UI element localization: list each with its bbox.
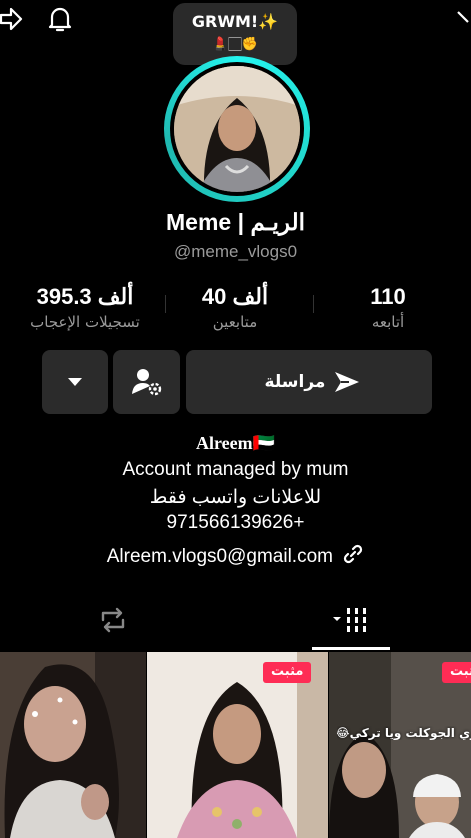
bio-line-3: 971566139626+: [166, 512, 305, 533]
bio-email: Alreem.vlogs0@gmail.com: [106, 546, 333, 567]
active-tab-indicator: [312, 647, 390, 650]
tab-reposts[interactable]: [93, 600, 133, 640]
avatar-story-ring[interactable]: [164, 56, 310, 202]
stat-following[interactable]: 110 أتابعه: [340, 284, 436, 331]
stat-divider: [165, 295, 166, 313]
video-caption: ري الجوكلت ويا تركي😂😭: [337, 726, 471, 740]
person-settings-icon: [131, 369, 161, 396]
chevron-down-icon: [68, 378, 82, 386]
stat-followers[interactable]: 40 ألف متابعين: [175, 284, 295, 331]
send-icon: [335, 372, 360, 392]
tab-videos[interactable]: [332, 600, 376, 640]
username: @meme_vlogs0: [173, 242, 298, 261]
stat-following-label: أتابعه: [371, 313, 405, 331]
grid-tab-icon: [333, 608, 366, 632]
bell-icon[interactable]: [43, 2, 77, 36]
stat-likes: 395.3 ألف تسجيلات الإعجاب: [10, 284, 160, 331]
stat-likes-value: 395.3 ألف: [36, 284, 134, 309]
video-thumbnail-pinned[interactable]: مثبت: [147, 652, 328, 838]
link-icon: [344, 544, 363, 564]
pinned-badge: مثبت: [263, 662, 312, 683]
more-icon[interactable]: [456, 8, 471, 32]
message-button-label: مراسلة: [264, 372, 326, 392]
stat-divider: [313, 295, 314, 313]
bio-line-2: للاعلانات واتسب فقط: [149, 487, 322, 508]
bio-email-link[interactable]: Alreem.vlogs0@gmail.com: [0, 543, 471, 568]
repost-tab-icon: [101, 607, 125, 633]
stat-likes-label: تسجيلات الإعجاب: [30, 313, 140, 331]
share-icon[interactable]: [0, 2, 28, 36]
display-name: Meme | الريـم: [166, 209, 305, 235]
more-options-button[interactable]: [42, 350, 108, 414]
status-bubble-title: GRWM!✨: [191, 12, 279, 31]
stat-followers-value: 40 ألف: [201, 284, 269, 309]
message-button[interactable]: مراسلة: [186, 350, 432, 414]
avatar: [174, 66, 300, 192]
stat-following-value: 110: [370, 284, 406, 309]
stat-followers-label: متابعين: [212, 313, 258, 331]
video-thumbnail-pinned[interactable]: ري الجوكلت ويا تركي😂😭 مثبت: [329, 652, 471, 838]
suggested-accounts-button[interactable]: [113, 350, 180, 414]
status-bubble-emojis: 💄🏻✊: [212, 37, 258, 52]
pinned-badge: مثبت: [442, 662, 471, 683]
bio-name: Alreem🇦🇪: [195, 433, 276, 453]
video-thumbnail[interactable]: [0, 652, 146, 838]
bio-line-1: Account managed by mum: [122, 459, 349, 480]
